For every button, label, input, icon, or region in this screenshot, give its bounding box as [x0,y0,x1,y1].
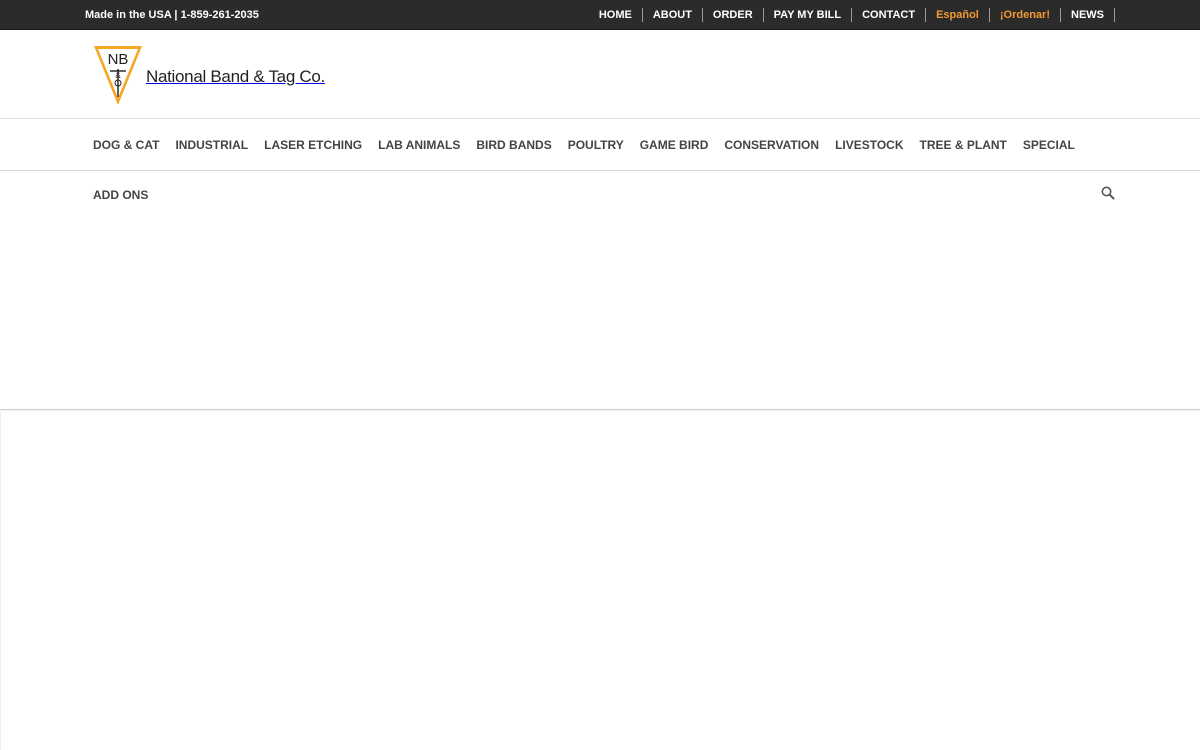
main-nav-livestock[interactable]: LIVESTOCK [827,138,911,152]
search-icon [1101,186,1115,200]
site-header: NB & National Band & Tag Co. [0,30,1200,119]
top-nav-news[interactable]: NEWS [1061,8,1115,22]
main-nav-tree-plant[interactable]: TREE & PLANT [912,138,1015,152]
top-nav-espanol[interactable]: Español [926,8,990,22]
main-nav-overflow: ADD ONS [0,171,1200,219]
main-nav-bird-bands[interactable]: BIRD BANDS [468,138,559,152]
main-nav-poultry[interactable]: POULTRY [560,138,632,152]
main-nav-industrial[interactable]: INDUSTRIAL [167,138,256,152]
search-button[interactable] [1100,185,1116,201]
main-nav-lab-animals[interactable]: LAB ANIMALS [370,138,468,152]
logo-monogram-ampersand: & [115,71,121,80]
main-nav-laser-etching[interactable]: LASER ETCHING [256,138,370,152]
main-nav-dog-cat[interactable]: DOG & CAT [85,138,167,152]
logo-monogram-icon: NB & [94,46,142,105]
tagline: Made in the USA | 1-859-261-2035 [85,9,259,21]
main-nav-conservation[interactable]: CONSERVATION [716,138,827,152]
top-nav-ordenar[interactable]: ¡Ordenar! [990,8,1061,22]
top-bar: Made in the USA | 1-859-261-2035 HOME AB… [0,0,1200,30]
logo-monogram-nb: NB [108,51,129,68]
top-nav-order[interactable]: ORDER [703,8,764,22]
main-nav: DOG & CAT INDUSTRIAL LASER ETCHING LAB A… [0,120,1200,171]
top-nav-about[interactable]: ABOUT [643,8,703,22]
top-nav-home[interactable]: HOME [589,8,643,22]
top-nav: HOME ABOUT ORDER PAY MY BILL CONTACT Esp… [589,8,1115,22]
main-nav-special[interactable]: SPECIAL [1015,138,1083,152]
logo-name: National Band & Tag Co. [146,67,325,86]
top-nav-contact[interactable]: CONTACT [852,8,927,22]
main-content [0,412,1200,750]
site-logo[interactable]: NB & National Band & Tag Co. [92,43,332,107]
main-nav-game-bird[interactable]: GAME BIRD [632,138,717,152]
top-nav-pay-my-bill[interactable]: PAY MY BILL [764,8,853,22]
main-nav-add-ons[interactable]: ADD ONS [85,188,156,202]
